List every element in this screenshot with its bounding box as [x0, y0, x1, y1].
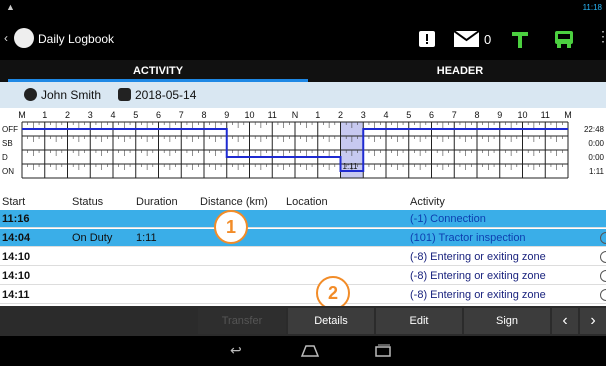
- row-select-radio[interactable]: [600, 232, 606, 244]
- graph-hour-label: 11: [541, 110, 550, 120]
- system-nav-bar: ↩: [0, 336, 606, 366]
- mail-icon[interactable]: [454, 30, 480, 48]
- log-date[interactable]: 2018-05-14: [135, 88, 196, 102]
- graph-hour-label: N: [292, 110, 299, 120]
- home-nav-icon[interactable]: [300, 344, 320, 358]
- graph-hour-label: 5: [406, 110, 411, 120]
- graph-hour-label: 11: [268, 110, 277, 120]
- graph-row-total: 1:11: [589, 167, 605, 176]
- table-row[interactable]: 14:10 (-8) Entering or exiting zone: [0, 248, 606, 266]
- col-header-status: Status: [72, 196, 104, 208]
- warning-icon: ▲: [6, 2, 15, 12]
- graph-hour-label: 10: [517, 110, 527, 120]
- driver-info-bar: John Smith 2018-05-14: [0, 82, 606, 108]
- action-toolbar: Transfer Details Edit Sign ‹ ›: [0, 306, 606, 336]
- graph-hour-label: 7: [452, 110, 457, 120]
- alert-icon[interactable]: [418, 30, 436, 48]
- graph-hour-label: 8: [201, 110, 206, 120]
- tab-header[interactable]: HEADER: [310, 65, 606, 77]
- col-header-location: Location: [286, 196, 328, 208]
- tab-bar: ACTIVITY HEADER: [0, 60, 606, 82]
- system-status-bar: ▲ 11:18: [0, 0, 606, 18]
- table-header: Start Status Duration Distance (km) Loca…: [0, 192, 606, 210]
- col-header-activity: Activity: [410, 196, 445, 208]
- graph-hour-label: 6: [429, 110, 434, 120]
- back-icon[interactable]: ‹: [4, 31, 8, 45]
- table-row[interactable]: 11:16 (-1) Connection: [0, 210, 606, 228]
- graph-hour-label: 1: [315, 110, 320, 120]
- graph-row-label: SB: [2, 139, 13, 148]
- graph-hour-label: 4: [383, 110, 388, 120]
- callout-badge-1: 1: [214, 210, 248, 244]
- graph-hour-label: 5: [133, 110, 138, 120]
- graph-row-total: 22:48: [584, 125, 605, 134]
- duty-status-graph[interactable]: M 1 2 3 4 5 6 7 8 9 10 11 N 1 2 3 4 5 6 7 8 9 10 11 MOFF 22:48SB 0…: [0, 108, 606, 192]
- clock: 11:18: [582, 3, 602, 12]
- calendar-icon: [118, 88, 131, 101]
- graph-hour-label: 9: [224, 110, 229, 120]
- details-button[interactable]: Details: [288, 308, 374, 334]
- graph-hour-label: 1: [42, 110, 47, 120]
- edit-button[interactable]: Edit: [376, 308, 462, 334]
- row-select-radio[interactable]: [600, 251, 606, 263]
- recents-nav-icon[interactable]: [374, 344, 392, 358]
- app-title: Daily Logbook: [38, 32, 115, 46]
- callout-badge-2: 2: [316, 276, 350, 310]
- graph-hour-label: M: [18, 110, 26, 120]
- col-header-duration: Duration: [136, 196, 178, 208]
- truck-icon[interactable]: [554, 30, 574, 48]
- row-select-radio[interactable]: [600, 270, 606, 282]
- graph-marker-label: 1:11: [343, 162, 359, 171]
- table-row[interactable]: 14:04 On Duty 1:11 (101) Tractor inspect…: [0, 229, 606, 247]
- table-row[interactable]: 14:11 (-8) Entering or exiting zone: [0, 286, 606, 304]
- graph-row-label: OFF: [2, 125, 18, 134]
- graph-hour-label: M: [564, 110, 572, 120]
- overflow-menu-icon[interactable]: ⋮: [596, 28, 606, 45]
- graph-hour-label: 10: [244, 110, 254, 120]
- graph-hour-label: 3: [361, 110, 366, 120]
- back-nav-icon[interactable]: ↩: [230, 342, 242, 359]
- row-select-radio[interactable]: [600, 289, 606, 301]
- driver-name: John Smith: [41, 88, 102, 102]
- transfer-button[interactable]: Transfer: [198, 308, 286, 334]
- graph-hour-label: 9: [497, 110, 502, 120]
- graph-hour-label: 8: [474, 110, 479, 120]
- table-row[interactable]: 14:10 (-8) Entering or exiting zone: [0, 267, 606, 285]
- graph-hour-label: 4: [110, 110, 115, 120]
- graph-hour-label: 2: [65, 110, 70, 120]
- next-button[interactable]: ›: [580, 308, 606, 334]
- graph-row-label: D: [2, 153, 8, 162]
- graph-row-total: 0:00: [588, 139, 604, 148]
- app-bar: ‹ Daily Logbook 0 ⋮: [0, 18, 606, 60]
- user-icon: [24, 88, 37, 101]
- graph-hour-label: 7: [179, 110, 184, 120]
- sign-button[interactable]: Sign: [464, 308, 550, 334]
- message-count: 0: [484, 32, 492, 47]
- graph-row-label: ON: [2, 167, 14, 176]
- graph-row-total: 0:00: [588, 153, 604, 162]
- graph-hour-label: 2: [338, 110, 343, 120]
- graph-hour-label: 6: [156, 110, 161, 120]
- previous-button[interactable]: ‹: [552, 308, 578, 334]
- col-header-distance: Distance (km): [200, 196, 268, 208]
- app-logo-icon: [14, 28, 34, 48]
- tractor-icon[interactable]: [510, 30, 530, 48]
- col-header-start: Start: [2, 196, 26, 208]
- tab-activity[interactable]: ACTIVITY: [8, 65, 308, 77]
- graph-hour-label: 3: [88, 110, 93, 120]
